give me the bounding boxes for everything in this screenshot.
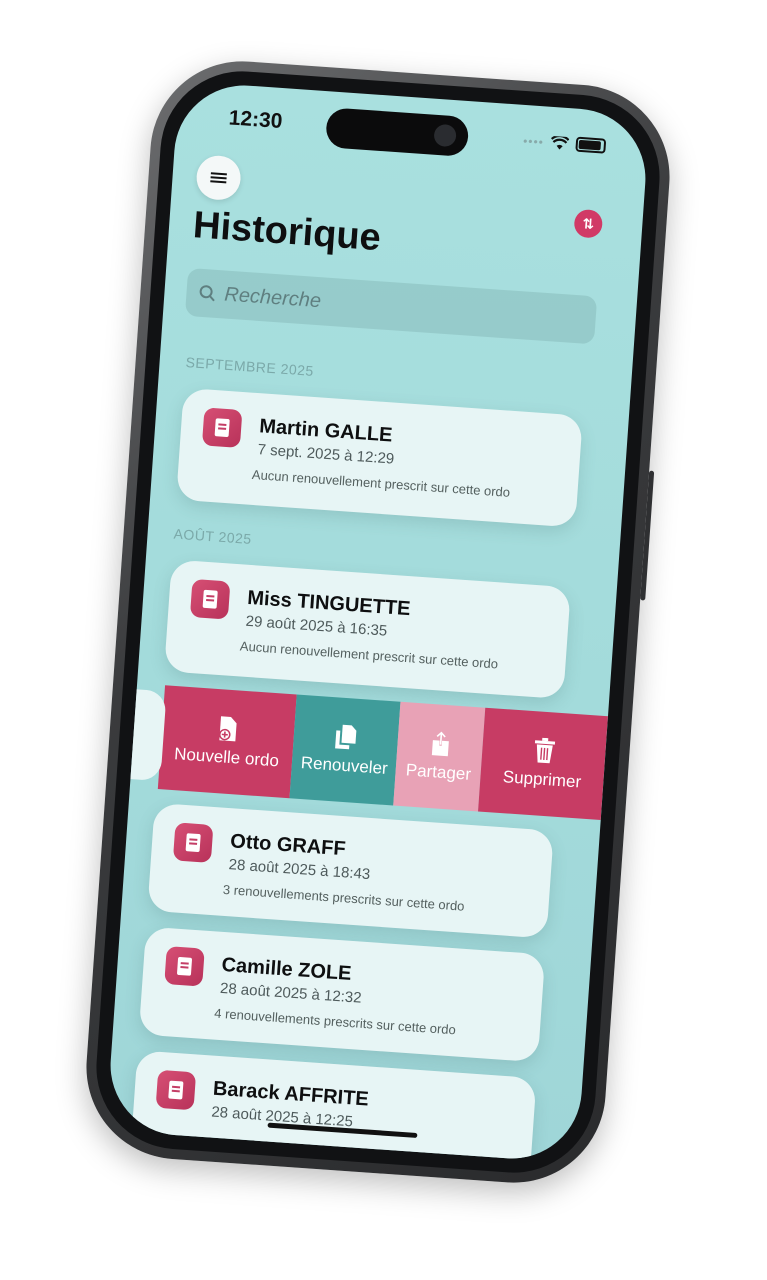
share-icon (431, 729, 449, 757)
search-input[interactable]: Recherche (184, 267, 598, 345)
action-label: Supprimer (502, 767, 582, 792)
status-time: 12:30 (228, 106, 284, 134)
status-icons: •••• (523, 133, 607, 154)
list-item[interactable]: Otto GRAFF 28 août 2025 à 18:43 3 renouv… (147, 802, 554, 939)
share-button[interactable]: Partager (393, 701, 486, 812)
list-item[interactable]: Barack AFFRITE 28 août 2025 à 12:25 (130, 1050, 537, 1164)
section-label-september: SEPTEMBRE 2025 (185, 353, 315, 379)
action-label: Renouveler (300, 752, 389, 779)
renewal-note: Aucun renouvellement prescrit sur cette … (251, 466, 511, 500)
menu-button[interactable] (195, 154, 243, 202)
sort-arrows-icon: ⇅ (581, 214, 595, 232)
new-document-icon (219, 716, 237, 742)
record-date: 28 août 2025 à 18:43 (228, 856, 371, 884)
phone-frame: 12:30 •••• ⇅ Historique Recherche SEPTEM… (80, 55, 676, 1189)
camera-icon (433, 123, 457, 148)
signal-icon: •••• (522, 133, 545, 149)
prescription-icon (201, 407, 243, 448)
power-button (640, 470, 655, 601)
copy-documents-icon (335, 724, 357, 750)
page-title: Historique (191, 204, 383, 260)
new-prescription-button[interactable]: Nouvelle ordo (158, 685, 298, 799)
wifi-icon (550, 135, 570, 150)
swiped-card-edge[interactable] (105, 687, 167, 782)
prescription-icon (172, 822, 214, 863)
action-label: Nouvelle ordo (173, 744, 280, 771)
renew-button[interactable]: Renouveler (289, 694, 401, 806)
prescription-icon (189, 578, 231, 620)
battery-icon (575, 136, 607, 154)
list-item[interactable]: Miss TINGUETTE 29 août 2025 à 16:35 Aucu… (164, 559, 571, 700)
trash-icon (534, 737, 555, 764)
renewal-note: 4 renouvellements prescrits sur cette or… (213, 1005, 457, 1038)
search-placeholder: Recherche (223, 283, 322, 312)
section-label-august: AOÛT 2025 (173, 525, 253, 547)
delete-button[interactable]: Supprimer (478, 707, 608, 821)
list-item[interactable]: Martin GALLE 7 sept. 2025 à 12:29 Aucun … (176, 387, 583, 528)
renewal-note: Aucun renouvellement prescrit sur cette … (239, 638, 499, 672)
swipe-actions: Nouvelle ordo Renouveler Partager Suppri… (105, 683, 608, 821)
list-item[interactable]: Camille ZOLE 28 août 2025 à 12:32 4 reno… (138, 926, 546, 1063)
prescription-icon (155, 1069, 197, 1111)
renewal-note: 3 renouvellements prescrits sur cette or… (222, 881, 465, 914)
phone-bezel: 12:30 •••• ⇅ Historique Recherche SEPTEM… (90, 65, 666, 1179)
sort-button[interactable]: ⇅ (573, 208, 604, 239)
dynamic-island (324, 107, 470, 158)
screen: 12:30 •••• ⇅ Historique Recherche SEPTEM… (105, 80, 651, 1164)
search-icon (199, 285, 215, 302)
prescription-icon (164, 946, 205, 987)
action-label: Partager (405, 760, 472, 784)
hamburger-icon (210, 172, 227, 184)
